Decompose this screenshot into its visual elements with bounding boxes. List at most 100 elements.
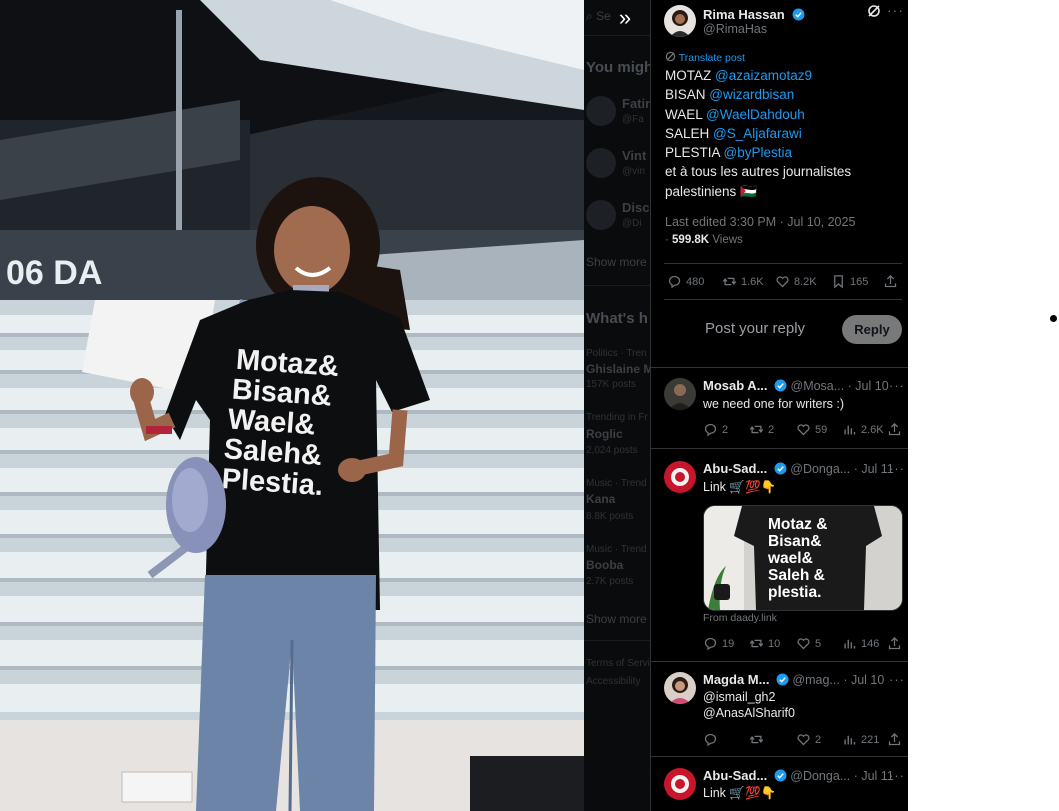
reply-date[interactable]: · Jul 10 xyxy=(843,673,884,687)
reply-text: Link 🛒💯👇 xyxy=(703,480,777,494)
views-action[interactable]: 221 xyxy=(842,732,879,747)
repost-action[interactable]: 1.6K xyxy=(722,274,764,289)
reply-date[interactable]: · Jul 10 xyxy=(848,379,889,393)
share-icon xyxy=(888,732,901,746)
whats-happening-heading: What's h xyxy=(586,310,648,327)
reply-action[interactable]: 480 xyxy=(667,274,704,289)
media-photo[interactable]: 06 DA Motaz& Bisan& Wael& Saleh& Plestia… xyxy=(0,0,584,811)
more-options-icon[interactable]: ··· xyxy=(889,768,905,783)
share-action[interactable] xyxy=(883,274,898,289)
reply-icon xyxy=(668,275,681,289)
background-sidebar: ⌕ Se You migh Fatin @Fa Vint @vin Disco … xyxy=(584,0,650,811)
like-action[interactable]: 2 xyxy=(796,732,821,747)
share-action[interactable] xyxy=(887,732,902,747)
author-name[interactable]: Rima Hassan xyxy=(703,7,785,22)
reply-action[interactable]: 2 xyxy=(703,422,728,437)
bookmark-action[interactable]: 165 xyxy=(831,274,868,289)
reply-item[interactable]: Abu-Sad... @Donga... · Jul 11 ··· Link 🛒… xyxy=(651,768,909,811)
reply-avatar[interactable] xyxy=(664,378,696,410)
reply-avatar[interactable] xyxy=(664,672,696,704)
post-line: WAEL @WaelDahdouh xyxy=(665,106,805,122)
reply-avatar[interactable] xyxy=(664,768,696,800)
like-action[interactable]: 59 xyxy=(796,422,827,437)
author-handle[interactable]: @RimaHas xyxy=(703,22,767,36)
link-card-image[interactable]: Motaz & Bisan& wael& Saleh & plestia. xyxy=(703,505,903,611)
trend-posts: 2,024 posts xyxy=(586,445,638,456)
reply-author-handle[interactable]: @Donga... xyxy=(790,769,850,783)
card-source[interactable]: From daady.link xyxy=(703,612,777,624)
trend-meta: Music · Trend xyxy=(586,478,647,489)
verified-badge-icon xyxy=(774,462,787,475)
reply-header: Abu-Sad... @Donga... · Jul 11 xyxy=(703,461,894,476)
more-options-icon[interactable]: ··· xyxy=(889,378,905,393)
views-count: 599.8K xyxy=(672,234,710,246)
mention-link[interactable]: @ismail_gh2 xyxy=(703,689,775,706)
trend-meta: Music · Trend xyxy=(586,544,647,555)
reply-author-name[interactable]: Abu-Sad... xyxy=(703,461,767,476)
reply-text: Link 🛒💯👇 xyxy=(703,786,777,800)
reply-action[interactable] xyxy=(703,732,722,747)
reply-date[interactable]: · Jul 11 xyxy=(854,769,894,783)
verified-badge-icon xyxy=(774,769,787,782)
more-options-icon[interactable]: ··· xyxy=(889,672,905,687)
mention-link[interactable]: @byPlestia xyxy=(724,145,792,160)
reply-author-name[interactable]: Abu-Sad... xyxy=(703,768,767,783)
post-timestamp[interactable]: Last edited 3:30 PM · Jul 10, 2025 xyxy=(665,215,855,229)
reply-action[interactable]: 19 xyxy=(703,636,734,651)
like-action[interactable]: 5 xyxy=(796,636,821,651)
share-action[interactable] xyxy=(887,636,902,651)
views-action[interactable]: 2.6K xyxy=(842,422,884,437)
trend-topic: Ghislaine M xyxy=(586,362,650,376)
trend-posts: 2.7K posts xyxy=(586,576,634,587)
share-action[interactable] xyxy=(887,422,902,437)
share-icon xyxy=(888,636,901,650)
show-more-link: Show more xyxy=(586,255,647,269)
reply-author-name[interactable]: Mosab A... xyxy=(703,378,768,393)
repost-icon xyxy=(749,639,764,648)
collapse-panel-icon[interactable]: » xyxy=(611,6,639,32)
repost-action[interactable] xyxy=(749,732,768,747)
author-avatar[interactable] xyxy=(664,5,696,37)
reply-date[interactable]: · Jul 11 xyxy=(854,462,894,476)
verified-badge-icon xyxy=(776,673,789,686)
mention-link[interactable]: @S_Aljafarawi xyxy=(713,126,802,141)
reply-button[interactable]: Reply xyxy=(842,315,902,344)
bookmark-icon xyxy=(834,275,843,289)
post-line: et à tous les autres journalistes xyxy=(665,164,852,180)
reply-author-handle[interactable]: @Mosa... xyxy=(791,379,845,393)
views-action[interactable]: 146 xyxy=(842,636,879,651)
reply-author-handle[interactable]: @mag... xyxy=(792,673,839,687)
reply-item[interactable]: Magda M... @mag... · Jul 10 ··· @ismail_… xyxy=(651,672,909,756)
mention-link[interactable]: @wizardbisan xyxy=(709,87,794,102)
reply-input[interactable]: Post your reply xyxy=(705,320,805,337)
reply-icon xyxy=(704,637,717,651)
reply-text: we need one for writers :) xyxy=(703,397,845,411)
repost-icon xyxy=(749,425,764,434)
reply-avatar[interactable] xyxy=(664,461,696,493)
verified-badge-icon xyxy=(774,379,787,392)
suggestion-name: Fatin xyxy=(622,96,650,111)
reply-author-name[interactable]: Magda M... xyxy=(703,672,769,687)
post-line: BISAN @wizardbisan xyxy=(665,87,795,103)
repost-action[interactable]: 10 xyxy=(749,636,780,651)
reply-icon xyxy=(704,423,717,437)
wall-lettering: 06 DA xyxy=(6,254,102,292)
mention-link[interactable]: @azaizamotaz9 xyxy=(715,68,812,83)
translate-post-link[interactable]: Translate post xyxy=(665,51,745,64)
suggestion-name: Vint xyxy=(622,148,647,163)
suggestion-handle: @vin xyxy=(622,166,645,177)
grok-icon[interactable] xyxy=(867,4,881,21)
suggestion-handle: @Fa xyxy=(622,114,644,125)
mention-link[interactable]: @WaelDahdouh xyxy=(706,107,805,122)
page-margin xyxy=(908,0,1059,811)
reply-author-handle[interactable]: @Donga... xyxy=(790,462,850,476)
more-options-icon[interactable]: ··· xyxy=(889,461,905,476)
like-action[interactable]: 8.2K xyxy=(775,274,817,289)
repost-icon xyxy=(749,735,764,744)
reply-item[interactable]: Mosab A... @Mosa... · Jul 10 ··· we need… xyxy=(651,378,909,448)
trend-meta: Trending in Fr xyxy=(586,412,648,423)
repost-action[interactable]: 2 xyxy=(749,422,774,437)
verified-badge-icon xyxy=(792,8,805,21)
mention-link[interactable]: @AnasAlSharif0 xyxy=(703,705,795,722)
more-options-icon[interactable]: ··· xyxy=(887,2,904,18)
